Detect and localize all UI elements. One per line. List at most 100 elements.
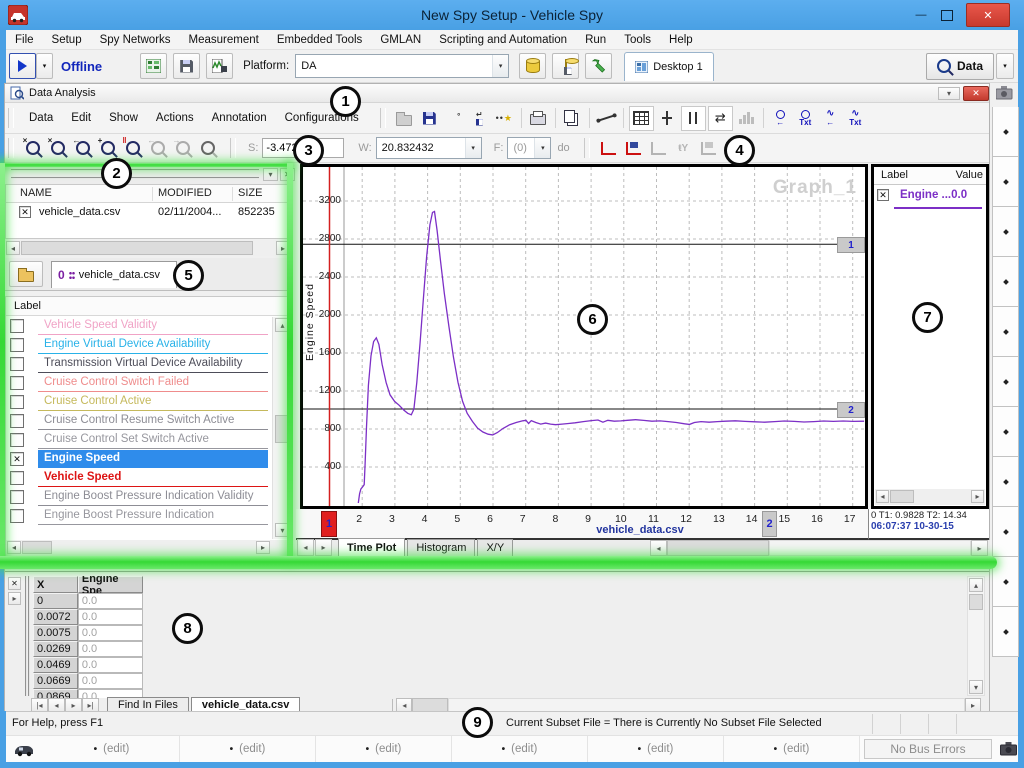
file-list-hscrollbar[interactable]: ◂ ▸ — [5, 240, 292, 256]
graph-hscroll-thumb[interactable] — [667, 540, 769, 556]
menu-embedded-tools[interactable]: Embedded Tools — [268, 34, 371, 46]
strip-button-2[interactable] — [992, 157, 1019, 207]
strip-button-6[interactable] — [992, 357, 1019, 407]
print-button[interactable] — [527, 107, 550, 130]
tab-xy[interactable]: X/Y — [477, 539, 513, 556]
cursor-1-marker[interactable]: 1 — [321, 511, 337, 537]
tools-button[interactable] — [585, 53, 612, 79]
label-row-engine-boost-pressure-indication[interactable]: Engine Boost Pressure Indication — [6, 507, 272, 526]
tab-scroll-left[interactable]: ◂ — [297, 539, 314, 556]
label-row-vehicle-speed[interactable]: Vehicle Speed — [6, 469, 272, 488]
menu-spy-networks[interactable]: Spy Networks — [91, 34, 180, 46]
tab-time-plot[interactable]: Time Plot — [338, 538, 405, 556]
run-dropdown[interactable]: ▾ — [36, 53, 53, 79]
file-row[interactable]: ✕ vehicle_data.csv 02/11/2004... 852235 — [6, 204, 291, 222]
table-row[interactable]: 0.02690.0 — [33, 641, 143, 657]
menu-help[interactable]: Help — [660, 34, 702, 46]
browse-files-button[interactable] — [9, 261, 43, 287]
zoom-box-button[interactable]: + — [96, 137, 119, 160]
scroll-thumb[interactable] — [890, 490, 914, 503]
strip-button-4[interactable] — [992, 257, 1019, 307]
histogram-button[interactable] — [735, 107, 758, 130]
label-checkbox[interactable] — [10, 319, 24, 333]
run-button[interactable] — [9, 53, 36, 79]
menu-tools[interactable]: Tools — [615, 34, 660, 46]
scroll-right-button[interactable]: ▸ — [971, 490, 984, 503]
scroll-left-button[interactable]: ◂ — [7, 541, 21, 554]
table-row[interactable]: 0.06690.0 — [33, 673, 143, 689]
da-menu-annotation[interactable]: Annotation — [203, 112, 276, 124]
label-checkbox[interactable] — [10, 357, 24, 371]
menu-run[interactable]: Run — [576, 34, 615, 46]
column-x[interactable]: X — [33, 576, 78, 593]
strip-button-9[interactable] — [992, 507, 1019, 557]
open-button[interactable] — [393, 107, 416, 130]
label-checkbox[interactable] — [10, 471, 24, 485]
label-checkbox[interactable] — [10, 490, 24, 504]
panel-grip[interactable] — [25, 576, 30, 696]
scroll-thumb[interactable] — [22, 541, 52, 554]
edit-cell-4[interactable]: •(edit) — [452, 736, 588, 762]
edit-cell-3[interactable]: •(edit) — [316, 736, 452, 762]
zoom-in-button[interactable]: ← — [71, 137, 94, 160]
cursor-button[interactable] — [656, 107, 679, 130]
column-engine-speed[interactable]: Engine Spe — [78, 576, 143, 593]
zoom-cursor-button[interactable]: ‖ — [121, 137, 144, 160]
database-save-button[interactable] — [552, 53, 579, 79]
export-signal-txt-button[interactable]: Txt — [794, 107, 817, 130]
label-checkbox[interactable]: ✕ — [10, 452, 24, 466]
data-view-button[interactable]: Data — [926, 53, 994, 80]
da-menu-data[interactable]: Data — [20, 112, 62, 124]
close-button[interactable]: ✕ — [966, 3, 1010, 27]
copy-button[interactable] — [561, 107, 584, 130]
zoom-prev-button[interactable]: → — [171, 137, 194, 160]
scroll-left-button[interactable]: ◂ — [876, 490, 889, 503]
label-checkbox[interactable] — [10, 433, 24, 447]
file-panel-splitter[interactable]: ▾ ✕ — [5, 166, 292, 184]
table-row[interactable]: 00.0 — [33, 593, 143, 609]
strip-button-3[interactable] — [992, 207, 1019, 257]
da-close-button[interactable]: ✕ — [963, 86, 989, 101]
label-row-engine-boost-pressure-indication-validity[interactable]: Engine Boost Pressure Indication Validit… — [6, 488, 272, 507]
axis-chart-button[interactable] — [622, 137, 645, 160]
edit-cell-5[interactable]: •(edit) — [588, 736, 724, 762]
graph-hscroll-right[interactable]: ▸ — [971, 540, 988, 556]
label-row-cruise-control-set-switch-active[interactable]: Cruise Control Set Switch Active — [6, 431, 272, 450]
tab-vehicle-data-csv[interactable]: 0 vehicle_data.csv — [51, 261, 177, 288]
grid-view-button[interactable] — [629, 106, 654, 131]
axis-setup-button[interactable] — [597, 137, 620, 160]
strip-button-5[interactable] — [992, 307, 1019, 357]
label-checkbox[interactable] — [10, 395, 24, 409]
tab-scroll-right[interactable]: ▸ — [315, 539, 332, 556]
dual-cursor-button[interactable] — [681, 106, 706, 131]
label-checkbox[interactable] — [10, 509, 24, 523]
column-name[interactable]: NAME — [20, 187, 52, 199]
panel-dropdown-button[interactable]: ▾ — [263, 168, 278, 181]
legend-row-engine-speed[interactable]: ✕ Engine ...0.0 — [874, 187, 986, 209]
label-row-engine-virtual-device-availability[interactable]: Engine Virtual Device Availability — [6, 336, 272, 355]
legend-label-column[interactable]: Label — [881, 169, 908, 181]
strip-button-1[interactable] — [992, 107, 1019, 157]
save-options-button[interactable]: ° — [443, 107, 466, 130]
tab-histogram[interactable]: Histogram — [407, 539, 475, 556]
scroll-left-button[interactable]: ◂ — [6, 241, 20, 255]
zoom-y-button[interactable]: × — [46, 137, 69, 160]
toolbar-grip[interactable] — [230, 138, 236, 158]
strip-button-11[interactable] — [992, 607, 1019, 657]
label-checkbox[interactable] — [10, 338, 24, 352]
menu-gmlan[interactable]: GMLAN — [371, 34, 430, 46]
zoom-full-button[interactable] — [196, 137, 219, 160]
axis-chart2-button[interactable] — [697, 137, 720, 160]
table-row[interactable]: 0.00720.0 — [33, 609, 143, 625]
save-setup-button[interactable] — [173, 53, 200, 79]
strip-button-8[interactable] — [992, 457, 1019, 507]
save-button[interactable] — [418, 107, 441, 130]
toolbar-grip[interactable] — [8, 108, 14, 128]
label-checkbox[interactable] — [10, 414, 24, 428]
edit-cell-6[interactable]: •(edit) — [724, 736, 860, 762]
data-view-dropdown[interactable]: ▾ — [996, 53, 1014, 79]
platform-combobox[interactable]: DA ▾ — [295, 54, 509, 78]
span-button[interactable]: ⇄ — [708, 106, 733, 131]
scroll-thumb[interactable] — [969, 594, 983, 610]
file-checkbox[interactable]: ✕ — [19, 206, 31, 218]
